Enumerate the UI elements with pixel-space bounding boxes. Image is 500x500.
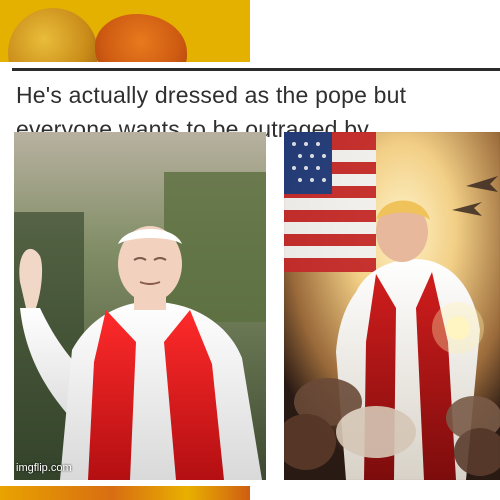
blank-area <box>250 0 500 62</box>
tweet-divider <box>12 68 500 71</box>
bottom-image-strip <box>0 486 250 500</box>
meme-page: He's actually dressed as the pope but ev… <box>0 0 500 500</box>
top-image-strip <box>0 0 250 62</box>
yellow-shape <box>8 8 98 62</box>
watermark-text: imgflip.com <box>16 462 72 474</box>
orange-shape <box>95 14 187 62</box>
left-photo: imgflip.com <box>14 132 266 480</box>
painting-illustration <box>284 132 500 480</box>
right-photo <box>284 132 500 480</box>
pope-photo-illustration <box>14 132 266 480</box>
